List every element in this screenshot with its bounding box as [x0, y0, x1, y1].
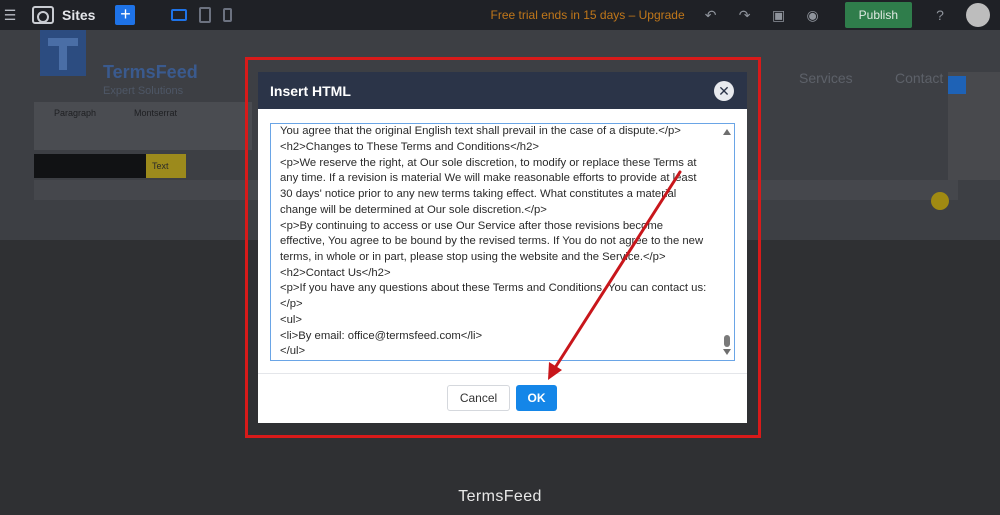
close-icon[interactable]: ✕ — [714, 81, 734, 101]
element-type-tag[interactable]: Text — [146, 154, 186, 178]
modal-divider — [258, 373, 747, 374]
footer-brand: TermsFeed — [458, 488, 542, 505]
code-line: <p>By continuing to access or use Our Se… — [280, 220, 664, 232]
save-icon[interactable]: ▣ — [771, 7, 787, 23]
code-line: <li>By email: office@termsfeed.com</li> — [280, 330, 483, 342]
trial-upgrade-link[interactable]: Free trial ends in 15 days – Upgrade — [491, 8, 685, 22]
editor-scrollbar[interactable] — [721, 125, 733, 359]
site-brand-tagline: Expert Solutions — [103, 85, 184, 97]
scroll-thumb[interactable] — [724, 335, 730, 347]
desktop-view-icon[interactable] — [171, 9, 188, 21]
nav-item-services[interactable]: Services — [799, 70, 853, 86]
code-line: <p>We reserve the right, at Our sole dis… — [280, 157, 697, 169]
code-line: <h2>Contact Us</h2> — [280, 267, 391, 279]
editor-topbar: ☰ Sites + Free trial ends in 15 days – U… — [0, 0, 1000, 30]
code-line: any time. If a revision is material We w… — [280, 172, 697, 184]
code-line: </ul> — [280, 345, 306, 357]
scroll-down-arrow-icon[interactable] — [723, 349, 731, 355]
publish-button[interactable]: Publish — [844, 2, 912, 28]
ok-button[interactable]: OK — [516, 385, 557, 411]
insert-html-modal: Insert HTML ✕ You agree that the origina… — [258, 72, 747, 423]
add-element-button[interactable]: + — [115, 5, 136, 25]
code-line: change will be determined at Our sole di… — [280, 204, 547, 216]
sites-icon — [32, 6, 54, 24]
cancel-button[interactable]: Cancel — [447, 385, 510, 411]
help-icon[interactable]: ? — [932, 7, 948, 23]
element-handle-icon[interactable] — [931, 192, 949, 210]
nav-item-contact[interactable]: Contact — [895, 70, 943, 86]
font-family-select[interactable]: Montserrat — [134, 108, 177, 118]
element-toolbar: Text — [34, 154, 186, 178]
html-code-editor[interactable]: You agree that the original English text… — [270, 123, 735, 361]
sites-label[interactable]: Sites — [62, 7, 95, 23]
right-side-panel — [948, 72, 1000, 180]
code-line: terms, in whole or in part, please stop … — [280, 251, 666, 263]
panel-collapse-tab[interactable] — [948, 76, 966, 94]
preview-eye-icon[interactable]: ◉ — [805, 7, 821, 23]
site-brand-name: TermsFeed — [103, 62, 198, 82]
code-line: effective, You agree to be bound by the … — [280, 235, 704, 247]
code-line: 30 days' notice prior to any new terms t… — [280, 188, 677, 200]
tablet-view-icon[interactable] — [199, 7, 212, 23]
code-line: <p>If you have any questions about these… — [280, 282, 707, 294]
code-line: <ul> — [280, 314, 302, 326]
paragraph-style-select[interactable]: Paragraph — [54, 108, 96, 118]
modal-header: Insert HTML — [258, 72, 747, 109]
text-format-toolbar: Paragraph Montserrat — [34, 102, 252, 150]
code-line: You agree that the original English text… — [280, 125, 681, 137]
code-line: <h2>Changes to These Terms and Condition… — [280, 141, 539, 153]
undo-icon[interactable]: ↶ — [703, 7, 719, 23]
redo-icon[interactable]: ↷ — [737, 7, 753, 23]
modal-title: Insert HTML — [270, 82, 351, 99]
code-line: </p> — [280, 298, 303, 310]
hamburger-menu-icon[interactable]: ☰ — [0, 0, 20, 30]
mobile-view-icon[interactable] — [223, 8, 233, 22]
avatar[interactable] — [966, 3, 990, 27]
scroll-up-arrow-icon[interactable] — [723, 129, 731, 135]
site-logo — [40, 30, 86, 76]
